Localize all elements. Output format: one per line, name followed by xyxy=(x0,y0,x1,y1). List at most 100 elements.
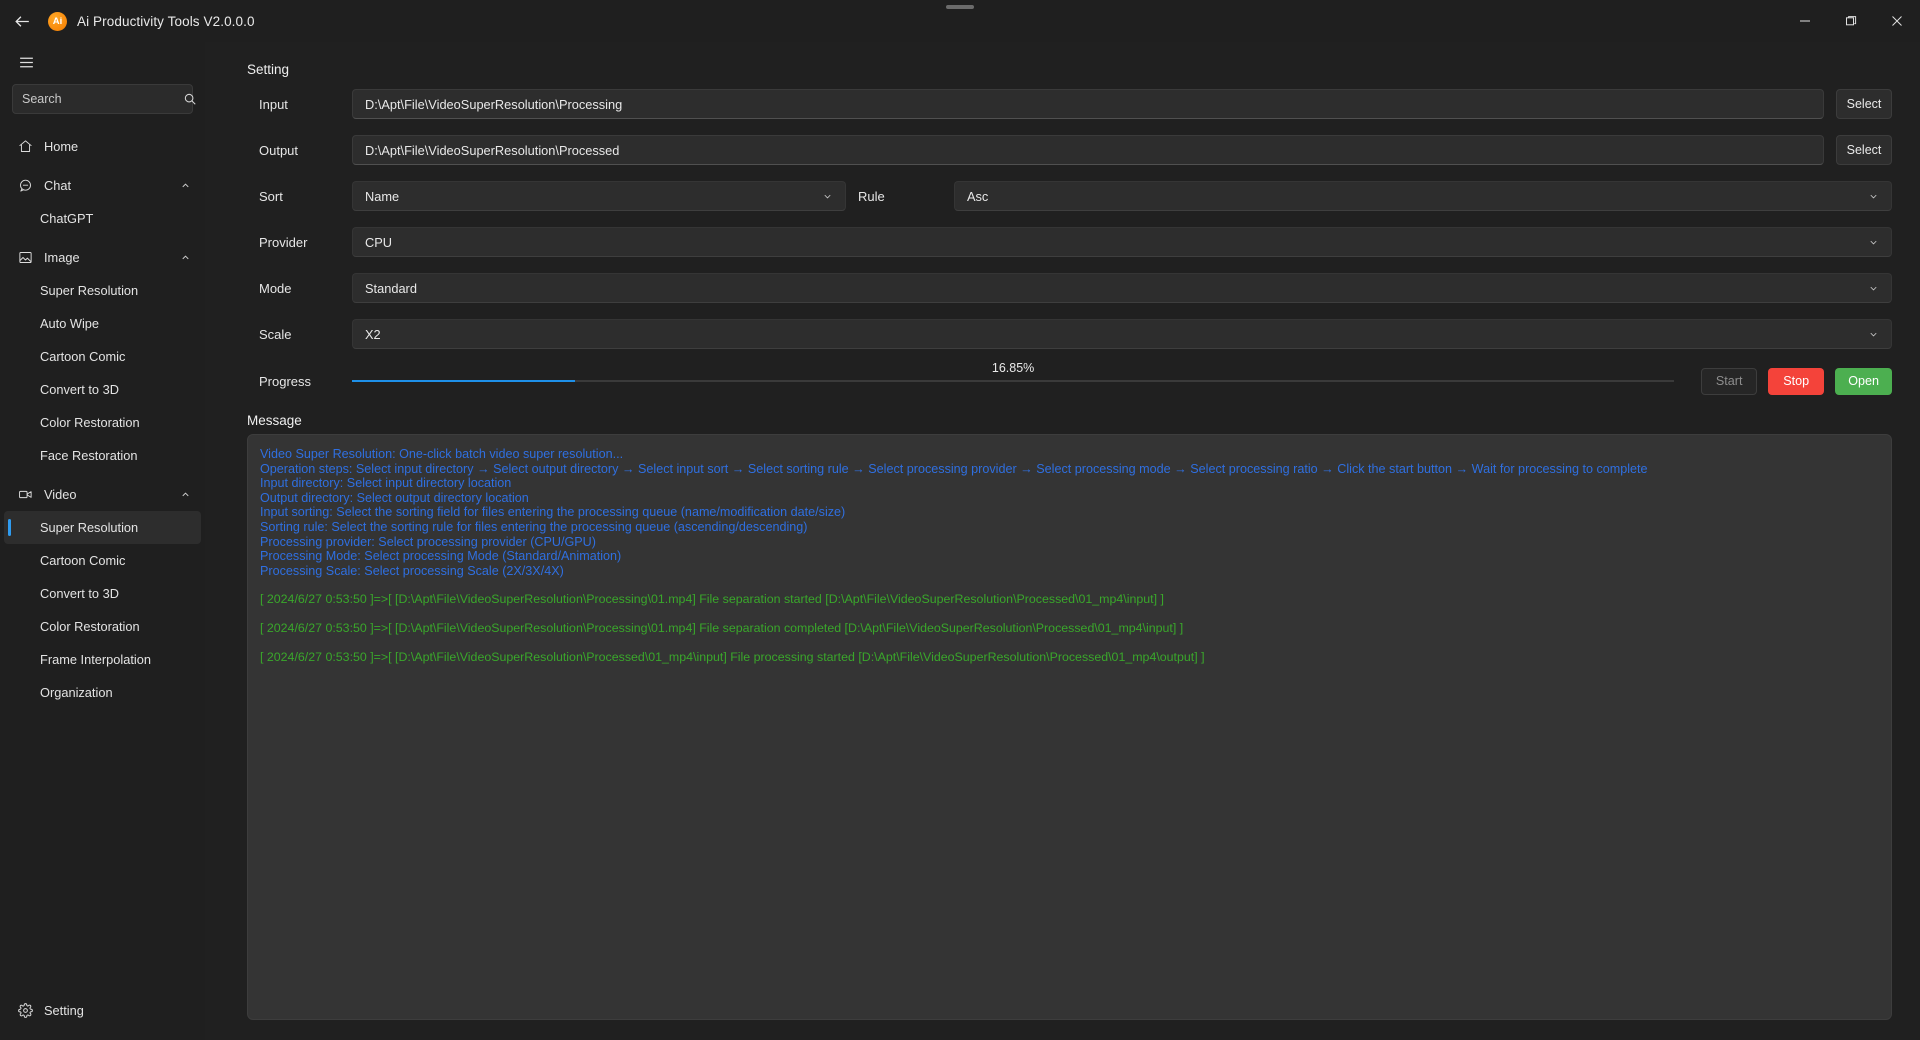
chevron-up-icon[interactable] xyxy=(180,252,191,263)
sidebar-item-label: Frame Interpolation xyxy=(40,652,151,667)
rule-select[interactable]: Asc xyxy=(954,181,1892,211)
input-row: Input D:\Apt\File\VideoSuperResolution\P… xyxy=(247,85,1892,123)
sidebar-nav: Home Chat ChatGPT Image Super Resolution Auto… xyxy=(0,130,205,994)
sidebar-item-label: Chat xyxy=(44,178,72,193)
scale-value: X2 xyxy=(365,326,381,342)
output-label: Output xyxy=(259,142,299,158)
sort-select[interactable]: Name xyxy=(352,181,846,211)
output-path-field[interactable]: D:\Apt\File\VideoSuperResolution\Process… xyxy=(352,135,1824,165)
title-bar: Ai Ai Productivity Tools V2.0.0.0 xyxy=(0,0,1920,42)
sidebar-item-label: Cartoon Comic xyxy=(40,349,126,364)
message-help-line: Processing Scale: Select processing Scal… xyxy=(260,563,564,578)
setting-section-title: Setting xyxy=(247,62,290,77)
maximize-icon xyxy=(1846,16,1857,26)
chevron-up-icon[interactable] xyxy=(180,180,191,191)
sidebar-item-label: Convert to 3D xyxy=(40,586,119,601)
mode-label: Mode xyxy=(259,280,292,296)
minimize-button[interactable] xyxy=(1782,0,1828,42)
rule-label: Rule xyxy=(858,188,885,204)
sidebar-item-organization[interactable]: Organization xyxy=(0,676,205,709)
scale-label: Scale xyxy=(259,326,292,342)
output-row: Output D:\Apt\File\VideoSuperResolution\… xyxy=(247,131,1892,169)
message-help-line: Processing Mode: Select processing Mode … xyxy=(260,549,622,564)
message-panel[interactable]: Video Super Resolution: One-click batch … xyxy=(247,434,1892,1020)
sidebar-item-convert-to-3d[interactable]: Convert to 3D xyxy=(0,373,205,406)
sidebar-item-face-restoration[interactable]: Face Restoration xyxy=(0,439,205,472)
start-button[interactable]: Start xyxy=(1701,367,1758,395)
back-button[interactable] xyxy=(0,0,44,42)
sidebar-item-super-resolution[interactable]: Super Resolution xyxy=(4,511,201,544)
open-button[interactable]: Open xyxy=(1835,367,1892,395)
sidebar-footer: Setting xyxy=(0,994,205,1040)
progress-percent-text: 16.85% xyxy=(991,361,1035,375)
video-icon xyxy=(16,486,34,504)
app-logo: Ai xyxy=(48,11,67,31)
chevron-down-icon xyxy=(1870,194,1877,198)
sidebar-item-label: ChatGPT xyxy=(40,211,94,226)
mode-row: Mode Standard xyxy=(247,269,1892,307)
window-controls xyxy=(1782,0,1920,42)
sidebar-item-setting[interactable]: Setting xyxy=(0,994,205,1026)
arrow-left-icon xyxy=(14,15,29,27)
menu-toggle-button[interactable] xyxy=(4,42,48,82)
progress-label: Progress xyxy=(259,373,312,389)
sidebar-item-label: Color Restoration xyxy=(40,619,140,634)
sidebar-item-label: Video xyxy=(44,487,77,502)
maximize-button[interactable] xyxy=(1828,0,1874,42)
app-title: Ai Productivity Tools V2.0.0.0 xyxy=(77,13,255,29)
message-help-line: Output directory: Select output director… xyxy=(260,490,529,505)
gear-icon xyxy=(16,1001,34,1019)
rule-value: Asc xyxy=(967,188,989,204)
close-button[interactable] xyxy=(1874,0,1920,42)
search-input[interactable] xyxy=(22,92,183,106)
message-help-line: Input directory: Select input directory … xyxy=(260,476,512,491)
sidebar-item-auto-wipe[interactable]: Auto Wipe xyxy=(0,307,205,340)
message-log-text: [ 2024/6/27 0:53:50 ]=>[ [D:\Apt\File\Vi… xyxy=(260,592,1879,664)
sidebar-item-home[interactable]: Home xyxy=(0,130,205,163)
sidebar-item-color-restoration[interactable]: Color Restoration xyxy=(0,406,205,439)
mode-value: Standard xyxy=(365,280,417,296)
mode-select[interactable]: Standard xyxy=(352,273,1892,303)
provider-label: Provider xyxy=(259,234,308,250)
message-section-title: Message xyxy=(247,413,302,428)
sidebar-item-label: Home xyxy=(44,139,79,154)
close-icon xyxy=(1892,16,1902,26)
provider-select[interactable]: CPU xyxy=(352,227,1892,257)
chevron-down-icon xyxy=(824,194,831,198)
sidebar-item-label: Super Resolution xyxy=(40,520,139,535)
progress-bar: 16.85% xyxy=(352,361,1675,382)
sidebar-item-label: Auto Wipe xyxy=(40,316,100,331)
chevron-down-icon xyxy=(1870,240,1877,244)
message-help-text: Video Super Resolution: One-click batch … xyxy=(260,447,1879,578)
sidebar-item-label: Cartoon Comic xyxy=(40,553,126,568)
sidebar-item-chatgpt[interactable]: ChatGPT xyxy=(0,202,205,235)
sidebar-item-image[interactable]: Image xyxy=(0,241,205,274)
sidebar-item-video[interactable]: Video xyxy=(0,478,205,511)
sidebar-item-frame-interpolation[interactable]: Frame Interpolation xyxy=(0,643,205,676)
message-log-line: [ 2024/6/27 0:53:50 ]=>[ [D:\Apt\File\Vi… xyxy=(260,650,1205,665)
chevron-up-icon[interactable] xyxy=(180,489,191,500)
sidebar-item-super-resolution[interactable]: Super Resolution xyxy=(0,274,205,307)
sort-value: Name xyxy=(365,188,400,204)
sidebar-item-chat[interactable]: Chat xyxy=(0,169,205,202)
sidebar-item-cartoon-comic[interactable]: Cartoon Comic xyxy=(0,544,205,577)
app-logo-text: Ai xyxy=(52,15,63,27)
provider-row: Provider CPU xyxy=(247,223,1892,261)
sidebar-item-cartoon-comic[interactable]: Cartoon Comic xyxy=(0,340,205,373)
message-log-line: [ 2024/6/27 0:53:50 ]=>[ [D:\Apt\File\Vi… xyxy=(260,621,1184,636)
sidebar-item-convert-to-3d[interactable]: Convert to 3D xyxy=(0,577,205,610)
sidebar-item-color-restoration[interactable]: Color Restoration xyxy=(0,610,205,643)
input-path-field[interactable]: D:\Apt\File\VideoSuperResolution\Process… xyxy=(352,89,1824,119)
provider-value: CPU xyxy=(365,234,393,250)
stop-button[interactable]: Stop xyxy=(1768,367,1825,395)
scale-select[interactable]: X2 xyxy=(352,319,1892,349)
search-box[interactable] xyxy=(12,84,196,114)
message-help-line: Input sorting: Select the sorting field … xyxy=(260,505,846,520)
output-select-button[interactable]: Select xyxy=(1836,135,1892,165)
window-drag-grip[interactable] xyxy=(946,5,974,9)
message-help-line: Processing provider: Select processing p… xyxy=(260,534,596,549)
input-select-button[interactable]: Select xyxy=(1836,89,1892,119)
output-path-value: D:\Apt\File\VideoSuperResolution\Process… xyxy=(365,142,620,158)
chevron-down-icon xyxy=(1870,332,1877,336)
progress-row: Progress 16.85% Start Stop Open xyxy=(247,361,1892,401)
